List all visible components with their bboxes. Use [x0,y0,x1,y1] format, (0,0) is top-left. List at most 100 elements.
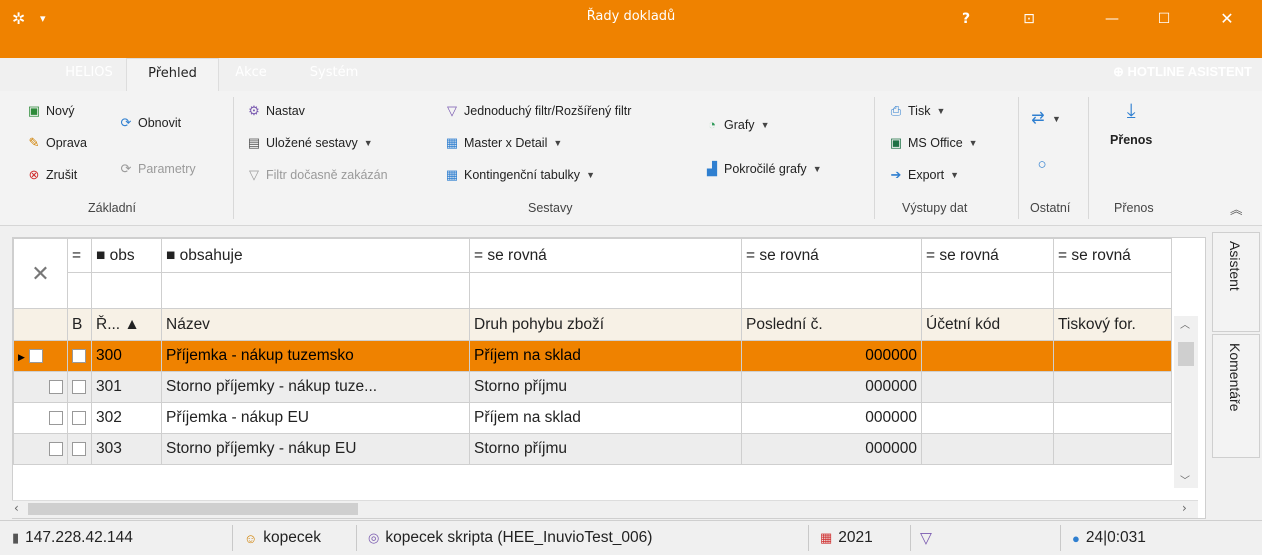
ms-office-button[interactable]: ▣ MS Office ▼ [888,135,978,151]
column-header-posledni[interactable]: Poslední č. [741,308,922,341]
b-checkbox[interactable] [72,410,86,425]
tisk-cell[interactable] [1053,402,1172,434]
close-button[interactable]: ✕ [1212,6,1242,32]
ucetni-cell[interactable] [921,371,1054,403]
transfer-button[interactable]: ⤓ Přenos [1110,101,1152,147]
filter-op-b[interactable]: = [67,238,92,273]
filter-input-rada[interactable] [91,272,162,309]
filter-input-tisk[interactable] [1053,272,1172,309]
posledni-cell[interactable]: 000000 [741,433,922,465]
row-indicator[interactable]: ▶ [13,340,68,372]
edit-button[interactable]: ✎ Oprava [26,135,87,151]
column-header-rada[interactable]: Ř... ▲ [91,308,162,341]
b-cell[interactable] [67,371,92,403]
charts-button[interactable]: ◔ Grafy ▼ [704,117,769,133]
row-indicator[interactable] [13,402,68,434]
advanced-charts-button[interactable]: ▟ Pokročilé grafy ▼ [704,161,822,177]
table-row[interactable]: ▶ 300 Příjemka - nákup tuzemsko Příjem n… [13,340,1172,372]
druh-cell[interactable]: Příjem na sklad [469,402,742,434]
filter-op-nazev[interactable]: ■ obsahuje [161,238,470,273]
row-select-checkbox[interactable] [49,379,63,394]
ucetni-cell[interactable] [921,433,1054,465]
parameters-button[interactable]: ⟳ Parametry [118,161,196,177]
b-checkbox[interactable] [72,441,86,456]
posledni-cell[interactable]: 000000 [741,371,922,403]
row-select-checkbox[interactable] [49,441,63,456]
b-cell[interactable] [67,433,92,465]
status-year[interactable]: ▦ 2021 [820,529,873,547]
table-row[interactable]: 302 Příjemka - nákup EU Příjem na sklad … [13,402,1172,434]
posledni-cell[interactable]: 000000 [741,402,922,434]
b-checkbox[interactable] [72,348,86,363]
scroll-right-icon[interactable]: › [1182,501,1187,515]
table-row[interactable]: 303 Storno příjemky - nákup EU Storno př… [13,433,1172,465]
maximize-button[interactable]: ☐ [1149,6,1179,32]
tab-system[interactable]: Systém [306,62,362,90]
b-checkbox[interactable] [72,379,86,394]
swap-button[interactable]: ⇄ ▼ [1030,111,1061,127]
scroll-down-icon[interactable]: ﹀ [1180,472,1190,487]
druh-cell[interactable]: Storno příjmu [469,433,742,465]
horizontal-scrollbar[interactable]: ‹ › [12,500,1198,518]
tab-akce[interactable]: Akce [228,62,274,90]
help-button[interactable]: ? [951,6,981,32]
scroll-left-icon[interactable]: ‹ [14,501,19,515]
filter-input-posledni[interactable] [741,272,922,309]
master-detail-button[interactable]: ▦ Master x Detail ▼ [444,135,562,151]
delete-button[interactable]: ⊗ Zrušit [26,167,78,183]
horizontal-scroll-thumb[interactable] [28,503,358,515]
filter-op-druh[interactable]: = se rovná [469,238,742,273]
filter-op-rada[interactable]: ■ obs [91,238,162,273]
druh-cell[interactable]: Příjem na sklad [469,340,742,372]
minimize-button[interactable]: — [1097,6,1127,32]
tab-komentare[interactable]: Komentáře [1212,334,1260,458]
ucetni-cell[interactable] [921,340,1054,372]
search-button[interactable]: ○ [1034,157,1050,173]
status-filter-icon[interactable]: ▽ [920,529,932,548]
tisk-cell[interactable] [1053,433,1172,465]
nazev-cell[interactable]: Storno příjemky - nákup tuze... [161,371,470,403]
tab-prehled[interactable]: Přehled [126,58,219,94]
rada-cell[interactable]: 303 [91,433,162,465]
hotline-asistent-button[interactable]: ⊕ HOTLINE ASISTENT [1113,64,1252,80]
row-select-checkbox[interactable] [29,348,44,363]
saved-reports-button[interactable]: ▤ Uložené sestavy ▼ [246,135,373,151]
tab-helios[interactable]: HELIOS [56,62,122,90]
row-select-checkbox[interactable] [49,410,63,425]
simple-filter-button[interactable]: ▽ Jednoduchý filtr/Rozšířený filtr [444,103,631,119]
vertical-scroll-thumb[interactable] [1178,342,1194,366]
rada-cell[interactable]: 300 [91,340,162,372]
nazev-cell[interactable]: Storno příjemky - nákup EU [161,433,470,465]
nastav-button[interactable]: ⚙ Nastav [246,103,305,119]
table-row[interactable]: 301 Storno příjemky - nákup tuze... Stor… [13,371,1172,403]
scroll-up-icon[interactable]: ︿ [1180,316,1190,331]
filter-input-nazev[interactable] [161,272,470,309]
filter-disabled-button[interactable]: ▽ Filtr dočasně zakázán [246,167,388,183]
b-cell[interactable] [67,402,92,434]
tisk-cell[interactable] [1053,371,1172,403]
filter-op-posledni[interactable]: = se rovná [741,238,922,273]
pin-window-icon[interactable]: ⊡ [1014,6,1044,32]
filter-input-ucetni[interactable] [921,272,1054,309]
filter-input-b[interactable] [67,272,92,309]
refresh-button[interactable]: ⟳ Obnovit [118,115,182,131]
nazev-cell[interactable]: Příjemka - nákup EU [161,402,470,434]
column-header-ucetni[interactable]: Účetní kód [921,308,1054,341]
column-header-tisk[interactable]: Tiskový for. [1053,308,1172,341]
filter-op-ucetni[interactable]: = se rovná [921,238,1054,273]
column-header-druh[interactable]: Druh pohybu zboží [469,308,742,341]
rada-cell[interactable]: 301 [91,371,162,403]
new-button[interactable]: ▣ Nový [26,103,75,119]
tab-asistent[interactable]: Asistent [1212,232,1260,332]
collapse-ribbon-button[interactable]: ︽ [1230,199,1243,218]
pivot-tables-button[interactable]: ▦ Kontingenční tabulky ▼ [444,167,595,183]
vertical-scrollbar[interactable]: ︿ ﹀ [1174,316,1198,488]
print-button[interactable]: ⎙ Tisk ▼ [888,103,946,119]
b-cell[interactable] [67,340,92,372]
nazev-cell[interactable]: Příjemka - nákup tuzemsko [161,340,470,372]
tisk-cell[interactable] [1053,340,1172,372]
export-button[interactable]: ➔ Export ▼ [888,167,960,183]
column-header-nazev[interactable]: Název [161,308,470,341]
rada-cell[interactable]: 302 [91,402,162,434]
druh-cell[interactable]: Storno příjmu [469,371,742,403]
